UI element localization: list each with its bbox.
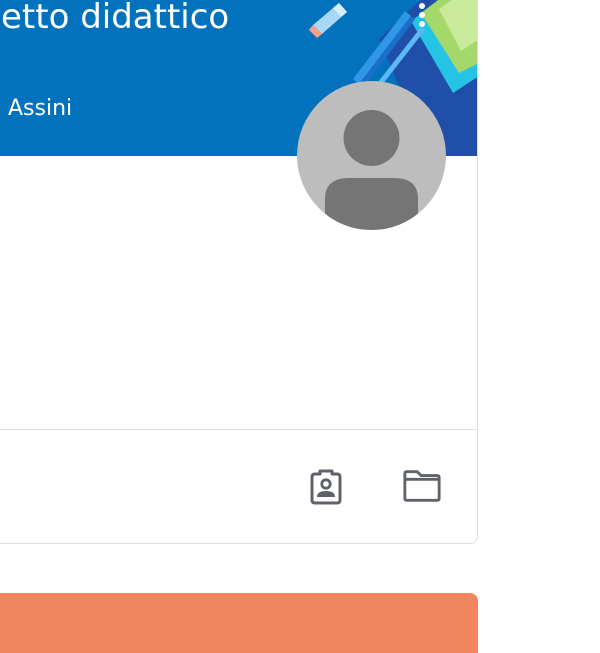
assignment-ind-icon[interactable] xyxy=(306,466,346,506)
more-dot xyxy=(419,3,425,9)
next-class-card[interactable] xyxy=(0,593,478,653)
teacher-name[interactable]: Assini xyxy=(8,95,72,123)
class-card[interactable]: etto didattico Assini xyxy=(0,0,478,544)
more-dot xyxy=(419,21,425,27)
more-vert-icon[interactable] xyxy=(407,0,437,35)
person-icon xyxy=(325,110,418,230)
teacher-avatar xyxy=(297,81,446,230)
class-title[interactable]: etto didattico xyxy=(1,0,229,37)
folder-icon[interactable] xyxy=(402,466,442,506)
card-divider xyxy=(0,429,477,430)
more-dot xyxy=(419,12,425,18)
